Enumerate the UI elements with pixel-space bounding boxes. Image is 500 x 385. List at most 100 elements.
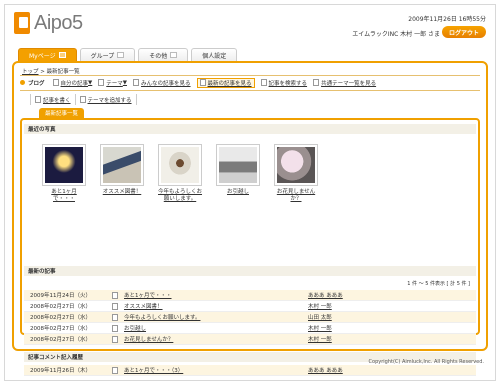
- app-logo[interactable]: Aipo5: [14, 10, 83, 36]
- photo-item[interactable]: お花見しませんか？: [274, 144, 318, 203]
- photo-list: あと1ヶ月で・・・ オススメ図書！ 今年もよろしくお願いします。 お引越し お花…: [42, 144, 318, 203]
- search-icon: [260, 79, 267, 86]
- group-icon: [117, 52, 125, 58]
- menu-label: テーマ: [106, 80, 123, 87]
- article-title-link[interactable]: お引越し: [124, 324, 308, 332]
- photo-item[interactable]: お引越し: [216, 144, 260, 203]
- copyright: Copyright(C) Aimluck,Inc. All Rights Res…: [368, 359, 484, 365]
- content-frame: トップ > 最新記事一覧 ブログ 自分の記事 ▼ テーマ ▼ みんなの記事を見る 最…: [12, 61, 488, 376]
- photo-caption[interactable]: 今年もよろしくお願いします。: [158, 189, 202, 203]
- article-title-link[interactable]: 今年もよろしくお願いします。: [124, 313, 308, 321]
- comment-article-link[interactable]: あと1ヶ月で・・・（3）: [124, 366, 308, 374]
- blog-toolbar: ブログ 自分の記事 ▼ テーマ ▼ みんなの記事を見る 最新の記事を見る 記事を検索…: [20, 77, 382, 88]
- article-title-link[interactable]: オススメ図書！: [124, 302, 308, 310]
- photo-caption[interactable]: オススメ図書！: [100, 189, 144, 196]
- photo-thumbnail[interactable]: [274, 144, 318, 186]
- other-icon: [170, 52, 178, 58]
- document-icon: [112, 324, 118, 332]
- result-count: 1 件 〜 5 件表示 [ 計 5 件 ]: [407, 281, 470, 287]
- latest-articles-tab[interactable]: 最新記事一覧: [39, 108, 85, 118]
- latest-articles-panel: 最近の写真 あと1ヶ月で・・・ オススメ図書！ 今年もよろしくお願いします。 お…: [20, 118, 480, 376]
- add-icon: [79, 96, 86, 103]
- cherry-blossom-image: [277, 147, 315, 183]
- write-icon: [35, 96, 41, 103]
- article-author-link[interactable]: あああ あああ: [308, 291, 428, 299]
- button-label: テーマを追加する: [87, 97, 132, 104]
- car-image: [219, 147, 257, 183]
- photo-thumbnail[interactable]: [42, 144, 86, 186]
- write-article-button[interactable]: 記事を書く: [30, 94, 75, 105]
- logo-icon: [14, 12, 30, 34]
- chevron-down-icon: ▼: [122, 79, 128, 86]
- blog-icon: [20, 80, 25, 85]
- document-icon: [112, 313, 118, 321]
- page-icon: [58, 52, 66, 58]
- divider: [20, 90, 480, 91]
- tab-mypage[interactable]: Myページ: [18, 48, 77, 61]
- table-row: 2008年02月27日（水） お引越し 木村 一郎: [24, 323, 476, 334]
- photo-thumbnail[interactable]: [158, 144, 202, 186]
- article-date: 2008年02月27日（水）: [30, 304, 91, 310]
- blog-title: ブログ: [28, 80, 45, 87]
- photo-thumbnail[interactable]: [100, 144, 144, 186]
- table-row: 2008年02月27日（水） オススメ図書！ 木村 一郎: [24, 301, 476, 312]
- tab-group[interactable]: グループ: [79, 48, 136, 61]
- book-image: [103, 147, 141, 183]
- add-theme-button[interactable]: テーマを追加する: [74, 94, 137, 105]
- tab-label: グループ: [90, 52, 115, 60]
- article-author-link[interactable]: 木村 一郎: [308, 302, 428, 310]
- main-tabs: Myページ グループ その他 個人設定: [18, 48, 238, 61]
- article-author-link[interactable]: 木村 一郎: [308, 324, 428, 332]
- tab-label: その他: [149, 52, 168, 60]
- comment-date: 2009年11月26日（木）: [30, 368, 91, 374]
- document-icon: [112, 335, 118, 343]
- document-icon: [199, 79, 206, 86]
- view-all-articles-link[interactable]: みんなの記事を見る: [133, 79, 191, 87]
- my-articles-menu[interactable]: 自分の記事 ▼: [52, 79, 93, 87]
- latest-articles-heading: 最新の記事: [24, 266, 476, 276]
- article-title-link[interactable]: お花見しませんか？: [124, 335, 308, 343]
- document-icon: [112, 302, 118, 310]
- photo-thumbnail[interactable]: [216, 144, 260, 186]
- comment-author-link[interactable]: あああ あああ: [308, 366, 428, 374]
- menu-label: みんなの記事を見る: [141, 80, 191, 87]
- photo-caption[interactable]: お引越し: [216, 189, 260, 196]
- tab-label: Myページ: [29, 52, 56, 60]
- photo-item[interactable]: オススメ図書！: [100, 144, 144, 203]
- person-image: [161, 147, 199, 183]
- photo-item[interactable]: 今年もよろしくお願いします。: [158, 144, 202, 203]
- tab-personal-settings[interactable]: 個人設定: [191, 48, 238, 61]
- breadcrumb: トップ > 最新記事一覧: [22, 67, 80, 75]
- article-date: 2008年02月27日（水）: [30, 337, 91, 343]
- document-icon: [112, 366, 118, 374]
- articles-table: 2009年11月24日（火） あと1ヶ月で・・・ あああ あああ 2008年02月2…: [24, 290, 476, 345]
- document-icon: [112, 291, 118, 299]
- article-author-link[interactable]: 木村 一郎: [308, 335, 428, 343]
- view-latest-articles-link[interactable]: 最新の記事を見る: [196, 77, 255, 88]
- divider: [20, 75, 480, 76]
- article-title-link[interactable]: あと1ヶ月で・・・: [124, 291, 308, 299]
- search-articles-link[interactable]: 記事を検索する: [260, 79, 308, 87]
- tab-other[interactable]: その他: [138, 48, 189, 61]
- christmas-tree-image: [45, 147, 83, 183]
- button-label: 記事を書く: [43, 97, 71, 104]
- document-icon: [98, 79, 105, 86]
- comments-table: 2009年11月26日（木） あと1ヶ月で・・・（3） あああ あああ: [24, 365, 476, 376]
- logout-button[interactable]: ログアウト: [442, 26, 486, 38]
- document-icon: [52, 79, 59, 86]
- photo-caption[interactable]: あと1ヶ月で・・・: [42, 189, 86, 203]
- menu-label: 最新の記事を見る: [207, 80, 252, 87]
- photo-caption[interactable]: お花見しませんか？: [274, 189, 318, 203]
- article-author-link[interactable]: 山田 太郎: [308, 313, 428, 321]
- chevron-down-icon: ▼: [88, 79, 93, 86]
- menu-label: 記事を検索する: [268, 80, 308, 87]
- theme-menu[interactable]: テーマ ▼: [98, 79, 127, 87]
- action-bar: 記事を書く テーマを追加する: [30, 94, 137, 105]
- menu-label: 共通テーマ一覧を見る: [321, 80, 377, 87]
- list-icon: [313, 79, 320, 86]
- photo-item[interactable]: あと1ヶ月で・・・: [42, 144, 86, 203]
- table-row: 2008年02月27日（水） 今年もよろしくお願いします。 山田 太郎: [24, 312, 476, 323]
- article-date: 2009年11月24日（火）: [30, 293, 91, 299]
- common-themes-link[interactable]: 共通テーマ一覧を見る: [313, 79, 376, 87]
- table-row: 2009年11月24日（火） あと1ヶ月で・・・ あああ あああ: [24, 290, 476, 301]
